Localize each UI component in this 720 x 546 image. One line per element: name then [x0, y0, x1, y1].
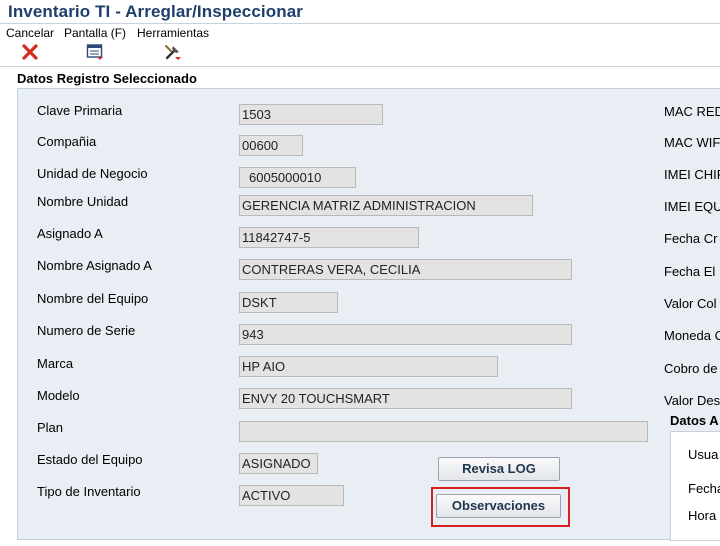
fecha-eliminacion-label: Fecha El [664, 264, 716, 279]
mac-red-label: MAC RED [664, 104, 720, 119]
moneda-label: Moneda C [664, 328, 720, 343]
cobro-label: Cobro de [664, 361, 718, 376]
window-title: Inventario TI - Arreglar/Inspeccionar [8, 2, 303, 21]
nombre-asignado-field[interactable]: CONTRERAS VERA, CECILIA [239, 259, 572, 280]
modelo-label: Modelo [37, 388, 80, 403]
asignado-a-field[interactable]: 11842747-5 [239, 227, 419, 248]
hora-label: Hora [688, 508, 717, 523]
marca-field[interactable]: HP AIO [239, 356, 498, 377]
nombre-equipo-field[interactable]: DSKT [239, 292, 338, 313]
marca-label: Marca [37, 356, 74, 371]
fecha-creacion-label: Fecha Cr [664, 231, 718, 246]
cancel-button[interactable]: Cancelar [6, 26, 54, 61]
asignado-a-label: Asignado A [37, 226, 103, 241]
record-panel [17, 88, 720, 540]
usuario-label: Usua [688, 447, 719, 462]
modelo-field[interactable]: ENVY 20 TOUCHSMART [239, 388, 572, 409]
imei-equipo-label: IMEI EQU [664, 199, 720, 214]
tools-icon [165, 45, 182, 60]
nombre-asignado-label: Nombre Asignado A [37, 258, 152, 273]
revisa-log-button[interactable]: Revisa LOG [438, 457, 560, 481]
audit-section-title: Datos A [670, 413, 719, 428]
tools-label: Herramientas [137, 26, 210, 40]
estado-equipo-field[interactable]: ASIGNADO [239, 453, 318, 474]
tools-button[interactable]: Herramientas [137, 26, 209, 61]
imei-chip-label: IMEI CHIP [664, 167, 720, 182]
estado-equipo-label: Estado del Equipo [37, 452, 143, 467]
plan-label: Plan [37, 420, 64, 435]
plan-field[interactable] [239, 421, 648, 442]
fecha-label: Fecha [688, 481, 720, 496]
valor-des-label: Valor Des [664, 393, 720, 408]
screen-button[interactable]: Pantalla (F) [64, 26, 126, 61]
nombre-equipo-label: Nombre del Equipo [37, 291, 149, 306]
mac-wifi-label: MAC WIFI [664, 135, 720, 150]
tipo-inventario-label: Tipo de Inventario [37, 484, 141, 499]
numero-serie-label: Numero de Serie [37, 323, 136, 338]
screen-icon [86, 44, 104, 60]
compania-label: Compañia [37, 134, 97, 149]
title-divider [0, 23, 720, 24]
close-icon [22, 44, 38, 60]
section-title: Datos Registro Seleccionado [17, 71, 197, 86]
unidad-negocio-field[interactable]: 6005000010 [239, 167, 356, 188]
valor-col-label: Valor Col [664, 296, 717, 311]
nombre-unidad-label: Nombre Unidad [37, 194, 129, 209]
tipo-inventario-field[interactable]: ACTIVO [239, 485, 344, 506]
screen-label: Pantalla (F) [64, 26, 127, 40]
toolbar-divider [0, 66, 720, 67]
unidad-negocio-label: Unidad de Negocio [37, 166, 148, 181]
highlight-box [431, 487, 570, 527]
numero-serie-field[interactable]: 943 [239, 324, 572, 345]
nombre-unidad-field[interactable]: GERENCIA MATRIZ ADMINISTRACION [239, 195, 533, 216]
clave-primaria-field[interactable]: 1503 [239, 104, 383, 125]
clave-primaria-label: Clave Primaria [37, 103, 123, 118]
cancel-label: Cancelar [6, 26, 55, 40]
compania-field[interactable]: 00600 [239, 135, 303, 156]
